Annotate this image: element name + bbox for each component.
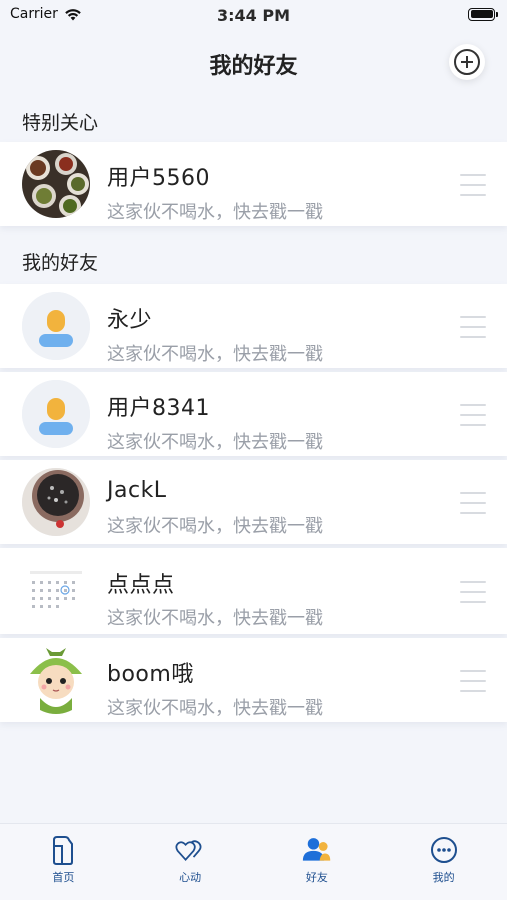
friend-name: boom哦 <box>107 662 194 687</box>
tab-label: 心动 <box>179 871 202 884</box>
friend-name: 用户8341 <box>107 396 210 421</box>
drag-handle-icon[interactable] <box>460 174 486 196</box>
food-photo-avatar <box>22 150 90 218</box>
section-header-special: 特别关心 <box>22 112 99 134</box>
friend-name: 用户5560 <box>107 166 210 191</box>
add-friend-button[interactable] <box>449 44 485 80</box>
list-item[interactable]: 用户5560 这家伙不喝水，快去戳一戳 <box>0 142 507 226</box>
friend-status: 这家伙不喝水，快去戳一戳 <box>107 698 323 719</box>
dark-photo-avatar <box>22 468 90 536</box>
section-header-friends: 我的好友 <box>22 252 99 274</box>
friend-status: 这家伙不喝水，快去戳一戳 <box>107 516 323 537</box>
avatar[interactable] <box>22 646 90 714</box>
list-item[interactable]: 用户8341 这家伙不喝水，快去戳一戳 <box>0 372 507 456</box>
calendar-avatar <box>22 557 90 625</box>
friend-status: 这家伙不喝水，快去戳一戳 <box>107 202 323 223</box>
avatar[interactable] <box>22 292 90 360</box>
drag-handle-icon[interactable] <box>460 670 486 692</box>
cartoon-avatar <box>22 646 90 714</box>
avatar[interactable] <box>22 468 90 536</box>
tab-heartbeat[interactable]: 心动 <box>127 824 254 900</box>
list-item[interactable]: boom哦 这家伙不喝水，快去戳一戳 <box>0 638 507 722</box>
status-bar: Carrier <box>0 0 507 28</box>
cup-icon <box>53 836 74 865</box>
list-item[interactable]: 点点点 这家伙不喝水，快去戳一戳 <box>0 548 507 634</box>
friend-name: JackL <box>107 478 167 503</box>
friend-status: 这家伙不喝水，快去戳一戳 <box>107 432 323 453</box>
friend-name: 点点点 <box>107 573 175 598</box>
tab-friends[interactable]: 好友 <box>254 824 381 900</box>
battery-icon <box>468 7 498 21</box>
smiley-icon <box>430 837 457 863</box>
friends-icon <box>302 838 331 861</box>
plus-circle-icon <box>454 49 480 75</box>
drag-handle-icon[interactable] <box>460 581 486 603</box>
drag-handle-icon[interactable] <box>460 404 486 426</box>
friend-status: 这家伙不喝水，快去戳一戳 <box>107 608 323 629</box>
default-user-avatar <box>22 292 90 360</box>
friend-name: 永少 <box>107 308 153 333</box>
list-item[interactable]: 永少 这家伙不喝水，快去戳一戳 <box>0 284 507 368</box>
nav-bar: 我的好友 <box>0 38 507 86</box>
page-title: 我的好友 <box>209 54 298 79</box>
drag-handle-icon[interactable] <box>460 492 486 514</box>
avatar[interactable] <box>22 380 90 448</box>
tab-label: 我的 <box>432 871 455 884</box>
friend-status: 这家伙不喝水，快去戳一戳 <box>107 344 323 365</box>
avatar[interactable] <box>22 557 90 625</box>
tab-mine[interactable]: 我的 <box>380 824 507 900</box>
tab-label: 首页 <box>52 871 75 884</box>
status-left: Carrier <box>10 6 82 22</box>
hearts-icon <box>175 840 202 862</box>
drag-handle-icon[interactable] <box>460 316 486 338</box>
tab-bar: 首页 心动 好友 我的 <box>0 823 507 900</box>
wifi-icon <box>65 8 81 20</box>
avatar[interactable] <box>22 150 90 218</box>
default-user-avatar <box>22 380 90 448</box>
carrier-label: Carrier <box>10 6 58 22</box>
list-item[interactable]: JackL 这家伙不喝水，快去戳一戳 <box>0 460 507 544</box>
tab-home[interactable]: 首页 <box>0 824 127 900</box>
tab-label: 好友 <box>305 871 328 884</box>
